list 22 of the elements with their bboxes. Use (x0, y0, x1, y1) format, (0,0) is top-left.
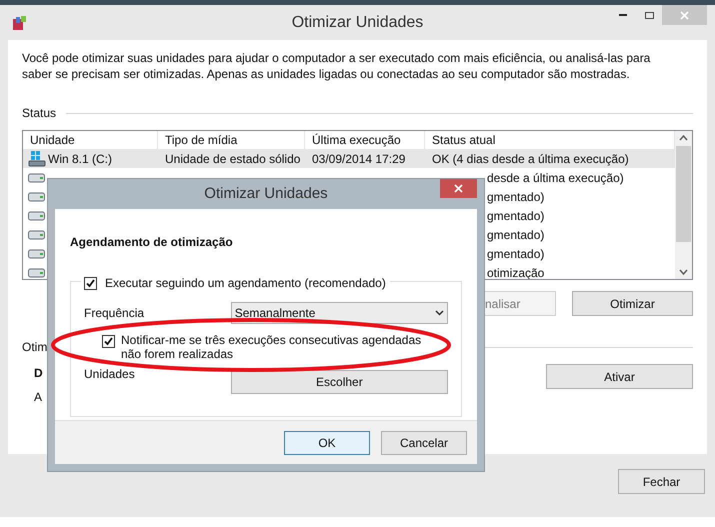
table-cell: gmentado) (487, 190, 544, 204)
description-text: Você pode otimizar suas unidades para ajudar o computador a ser executado com mais eficiência, ou analisá-las para saber se precisam ser otimizadas. Apenas as unidades ligadas ou conectadas ao seu computador são mostradas. (22, 50, 652, 82)
field-label: Unidades (84, 366, 136, 383)
table-cell: desde a última execução) (487, 170, 624, 184)
section-label: Otim (22, 339, 48, 356)
table-cell: otimização (487, 266, 544, 279)
field-label: Frequência (84, 305, 146, 322)
table-cell-text: Unidade de estado sólido (164, 152, 300, 166)
section-label: Status (22, 105, 56, 122)
schedule-text: D (34, 365, 43, 382)
table-cell-text: Win 8.1 (C:) (48, 150, 112, 168)
table-cell: OK (4 dias desde a última execução) (432, 152, 629, 166)
table-cell: gmentado) (487, 208, 544, 222)
table-cell-text: 03/09/2014 17:29 (311, 152, 406, 166)
dialog-heading: Agendamento de otimização (70, 234, 234, 251)
table-cell: gmentado) (487, 246, 544, 260)
window-title: Otimizar Unidades (292, 12, 424, 32)
checkbox-label: Executar seguindo um agendamento (recomendado) (105, 275, 386, 292)
schedule-text: A (34, 389, 42, 406)
checkbox-label: Notificar-me se três execuções consecutivas agendadas não forem realizadas (121, 333, 422, 361)
table-cell: gmentado) (487, 228, 544, 242)
dialog-title: Otimizar Unidades (204, 184, 328, 204)
